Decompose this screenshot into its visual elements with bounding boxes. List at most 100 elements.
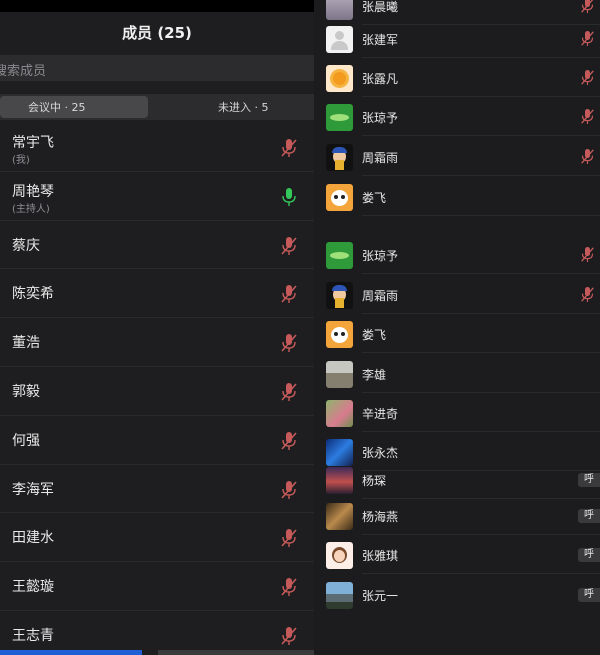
mic-muted-icon[interactable] <box>280 626 298 646</box>
row-divider <box>362 431 600 432</box>
mic-muted-icon[interactable] <box>280 138 298 158</box>
member-role: (我) <box>12 155 30 166</box>
row-divider <box>362 175 600 176</box>
row-divider <box>362 352 600 353</box>
member-role: (主持人) <box>12 203 50 215</box>
mic-icon[interactable] <box>280 187 298 207</box>
avatar-green <box>326 104 353 131</box>
participant-row[interactable]: 杨海燕 呼 <box>314 498 600 534</box>
mic-muted-icon[interactable] <box>280 528 298 548</box>
member-row[interactable]: 郭毅 <box>0 367 314 416</box>
scroll-track <box>158 650 314 655</box>
member-name: 董浩 <box>12 335 40 352</box>
member-row[interactable]: 周艳琴 (主持人) <box>0 172 314 221</box>
member-panel: 成员 (25) 搜索成员 会议中 · 25 未进入 · 5 常宇飞 (我) 周艳琴… <box>0 0 314 655</box>
participant-row[interactable]: 娄飞 <box>314 179 600 215</box>
status-bar <box>0 0 314 12</box>
mic-muted-icon[interactable] <box>280 480 298 500</box>
avatar-default <box>326 26 353 53</box>
participant-row[interactable]: 李雄 <box>314 356 600 392</box>
mic-muted-icon[interactable] <box>580 69 595 86</box>
member-name: 周艳琴 <box>12 183 54 200</box>
participant-name: 辛进奇 <box>362 407 399 421</box>
row-divider <box>362 313 600 314</box>
participant-name: 张晨曦 <box>362 0 399 14</box>
participant-row[interactable]: 张琼予 <box>314 99 600 135</box>
member-row[interactable]: 王懿璇 <box>0 562 314 611</box>
member-row[interactable]: 蔡庆 <box>0 221 314 270</box>
participant-row[interactable]: 周霜雨 <box>314 277 600 313</box>
participant-row[interactable]: 周霜雨 <box>314 139 600 175</box>
mic-muted-icon[interactable] <box>580 148 595 165</box>
avatar-sunset <box>326 467 353 494</box>
participant-name: 周霜雨 <box>362 289 399 303</box>
participant-name: 张露凡 <box>362 72 399 86</box>
row-divider <box>362 573 600 574</box>
member-name: 田建水 <box>12 530 54 547</box>
mic-muted-icon[interactable] <box>580 30 595 47</box>
participant-row[interactable]: 娄飞 <box>314 316 600 352</box>
mic-muted-icon[interactable] <box>580 108 595 125</box>
mic-muted-icon[interactable] <box>580 286 595 303</box>
avatar-panda <box>326 321 353 348</box>
call-button[interactable]: 呼 <box>578 509 600 523</box>
mic-muted-icon[interactable] <box>280 333 298 353</box>
call-button[interactable]: 呼 <box>578 548 600 562</box>
participant-row[interactable]: 张琼予 <box>314 237 600 273</box>
tab-not-joined-label[interactable]: 未进入 · 5 <box>218 99 269 115</box>
row-divider <box>362 392 600 393</box>
search-input[interactable]: 搜索成员 <box>0 55 314 81</box>
mic-muted-icon[interactable] <box>580 246 595 263</box>
member-row[interactable]: 陈奕希 <box>0 269 314 319</box>
participant-name: 李雄 <box>362 368 387 382</box>
member-row[interactable]: 常宇飞 (我) <box>0 123 314 172</box>
mic-muted-icon[interactable] <box>280 284 298 304</box>
member-list: 常宇飞 (我) 周艳琴 (主持人) 蔡庆 陈奕希 董浩 郭毅 何强 李海军 田建水 … <box>0 123 314 655</box>
member-name: 王志青 <box>12 627 54 644</box>
tab-in-meeting-label[interactable]: 会议中 · 25 <box>28 99 86 115</box>
row-divider <box>362 534 600 535</box>
participant-row[interactable]: 张雅琪 呼 <box>314 537 600 573</box>
row-divider <box>362 96 600 97</box>
participant-list: 张晨曦 张建军 张露凡 张琼予 周霜雨 娄飞 张琼予 周霜雨 娄飞 李雄 辛进奇 张永杰… <box>314 0 600 655</box>
member-name: 郭毅 <box>12 383 40 400</box>
page-title: 成员 (25) <box>122 24 192 42</box>
mic-muted-icon[interactable] <box>280 431 298 451</box>
participant-row[interactable]: 杨琛 呼 <box>314 462 600 498</box>
member-name: 常宇飞 <box>12 135 54 151</box>
mic-muted-icon[interactable] <box>580 0 595 14</box>
participant-row[interactable]: 张元一 呼 <box>314 577 600 613</box>
avatar-landscape <box>326 361 353 388</box>
participant-name: 杨琛 <box>362 474 387 488</box>
avatar-sun <box>326 65 353 92</box>
member-row[interactable]: 何强 <box>0 416 314 465</box>
mic-muted-icon[interactable] <box>280 382 298 402</box>
avatar-flowers <box>326 400 353 427</box>
member-name: 李海军 <box>12 481 54 498</box>
member-row[interactable]: 董浩 <box>0 318 314 367</box>
call-button[interactable]: 呼 <box>578 473 600 487</box>
scroll-indicator[interactable] <box>0 650 142 655</box>
mic-muted-icon[interactable] <box>280 236 298 256</box>
row-divider <box>362 57 600 58</box>
row-divider <box>362 135 600 136</box>
avatar-photo <box>326 0 353 20</box>
mic-muted-icon[interactable] <box>280 577 298 597</box>
avatar-mountain <box>326 582 353 609</box>
participant-row[interactable]: 张露凡 <box>314 60 600 96</box>
member-name: 何强 <box>12 432 40 449</box>
participant-row[interactable]: 辛进奇 <box>314 395 600 431</box>
member-row[interactable]: 王志青 <box>0 611 314 655</box>
call-button[interactable]: 呼 <box>578 588 600 602</box>
participant-name: 娄飞 <box>362 191 387 205</box>
member-row[interactable]: 田建水 <box>0 513 314 563</box>
member-name: 陈奕希 <box>12 286 54 303</box>
avatar-horse <box>326 503 353 530</box>
participant-row[interactable]: 张建军 <box>314 21 600 57</box>
participant-name: 张琼予 <box>362 111 399 125</box>
member-name: 王懿璇 <box>12 579 54 596</box>
member-row[interactable]: 李海军 <box>0 465 314 514</box>
member-name: 蔡庆 <box>12 237 40 254</box>
avatar-green <box>326 242 353 269</box>
participant-name: 张永杰 <box>362 446 399 460</box>
